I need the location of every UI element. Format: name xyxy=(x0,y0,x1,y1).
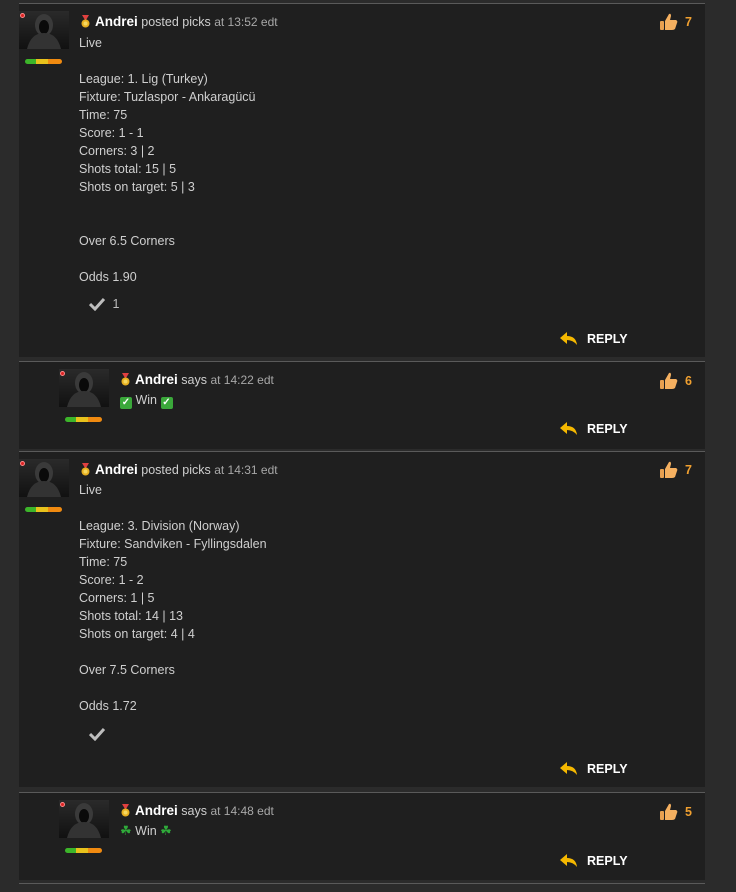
action-text: says xyxy=(181,804,207,818)
like-count: 5 xyxy=(685,805,692,819)
timestamp[interactable]: at 14:31 edt xyxy=(214,463,277,477)
vote-counter[interactable] xyxy=(88,726,106,741)
author-name[interactable]: Andrei xyxy=(135,372,178,387)
timestamp[interactable]: at 14:48 edt xyxy=(210,804,273,818)
thumbs-up-icon[interactable] xyxy=(659,461,678,479)
comment-card: Andrei posted picks at 14:31 edt Live Le… xyxy=(19,452,705,787)
author-name[interactable]: Andrei xyxy=(135,803,178,818)
avatar[interactable] xyxy=(19,11,69,49)
check-mark-emoji: ✓ xyxy=(160,397,173,409)
reply-arrow-icon[interactable] xyxy=(560,761,578,776)
reply-label: REPLY xyxy=(587,761,628,776)
medal-icon xyxy=(121,373,130,386)
action-text: posted picks xyxy=(141,15,211,29)
comment-body: Live League: 1. Lig (Turkey) Fixture: Tu… xyxy=(79,36,256,284)
author-name[interactable]: Andrei xyxy=(95,462,138,477)
checkmark-icon[interactable] xyxy=(88,297,106,311)
thumbs-up-icon[interactable] xyxy=(659,372,678,390)
thumbs-up-icon[interactable] xyxy=(659,13,678,31)
check-mark-emoji: ✓ xyxy=(120,397,132,409)
four-leaf-clover-emoji: ☘ xyxy=(120,823,132,838)
comment-card: Andrei says at 14:48 edt ☘ Win ☘ 5 REPLY xyxy=(19,793,705,880)
comment-header: Andrei says at 14:48 edt xyxy=(119,803,274,819)
medal-icon xyxy=(81,15,90,28)
reply-arrow-icon[interactable] xyxy=(560,331,578,346)
status-dot xyxy=(20,461,25,466)
avatar[interactable] xyxy=(59,369,109,407)
reply-button[interactable]: REPLY xyxy=(560,331,628,346)
reply-arrow-icon[interactable] xyxy=(560,853,578,868)
comment-header: Andrei says at 14:22 edt xyxy=(119,372,274,388)
rank-bar xyxy=(25,59,62,64)
like-button[interactable]: 7 xyxy=(659,461,692,479)
avatar[interactable] xyxy=(19,459,69,497)
like-button[interactable]: 7 xyxy=(659,13,692,31)
like-count: 7 xyxy=(685,15,692,29)
rank-bar xyxy=(65,848,102,853)
comment-text: Win xyxy=(135,393,158,407)
like-button[interactable]: 6 xyxy=(659,372,692,390)
rank-bar xyxy=(65,417,102,422)
comment-text: Win xyxy=(135,824,157,838)
comment-header: Andrei posted picks at 13:52 edt xyxy=(79,14,278,30)
like-count: 6 xyxy=(685,374,692,388)
status-dot xyxy=(20,13,25,18)
reply-button[interactable]: REPLY xyxy=(560,421,628,436)
comment-card: Andrei posted picks at 13:52 edt Live Le… xyxy=(19,4,705,357)
author-name[interactable]: Andrei xyxy=(95,14,138,29)
comment-body: Live League: 3. Division (Norway) Fixtur… xyxy=(79,483,267,713)
action-text: says xyxy=(181,373,207,387)
comment-body: ☘ Win ☘ xyxy=(120,823,172,839)
reply-button[interactable]: REPLY xyxy=(560,853,628,868)
reply-arrow-icon[interactable] xyxy=(560,421,578,436)
like-count: 7 xyxy=(685,463,692,477)
vote-counter[interactable]: 1 xyxy=(88,296,120,311)
medal-icon xyxy=(81,463,90,476)
rank-bar xyxy=(25,507,62,512)
checkmark-icon[interactable] xyxy=(88,727,106,741)
like-button[interactable]: 5 xyxy=(659,803,692,821)
status-dot xyxy=(60,371,65,376)
status-dot xyxy=(60,802,65,807)
timestamp[interactable]: at 13:52 edt xyxy=(214,15,277,29)
reply-label: REPLY xyxy=(587,331,628,346)
thumbs-up-icon[interactable] xyxy=(659,803,678,821)
medal-icon xyxy=(121,804,130,817)
avatar[interactable] xyxy=(59,800,109,838)
reply-label: REPLY xyxy=(587,421,628,436)
reply-label: REPLY xyxy=(587,853,628,868)
reply-button[interactable]: REPLY xyxy=(560,761,628,776)
timestamp[interactable]: at 14:22 edt xyxy=(210,373,273,387)
comment-body: ✓ Win ✓ xyxy=(120,392,173,409)
vote-count: 1 xyxy=(112,296,120,311)
comment-header: Andrei posted picks at 14:31 edt xyxy=(79,462,278,478)
comment-card: Andrei says at 14:22 edt ✓ Win ✓ 6 REPLY xyxy=(19,362,705,449)
divider xyxy=(19,883,705,884)
action-text: posted picks xyxy=(141,463,211,477)
four-leaf-clover-emoji: ☘ xyxy=(160,823,172,838)
